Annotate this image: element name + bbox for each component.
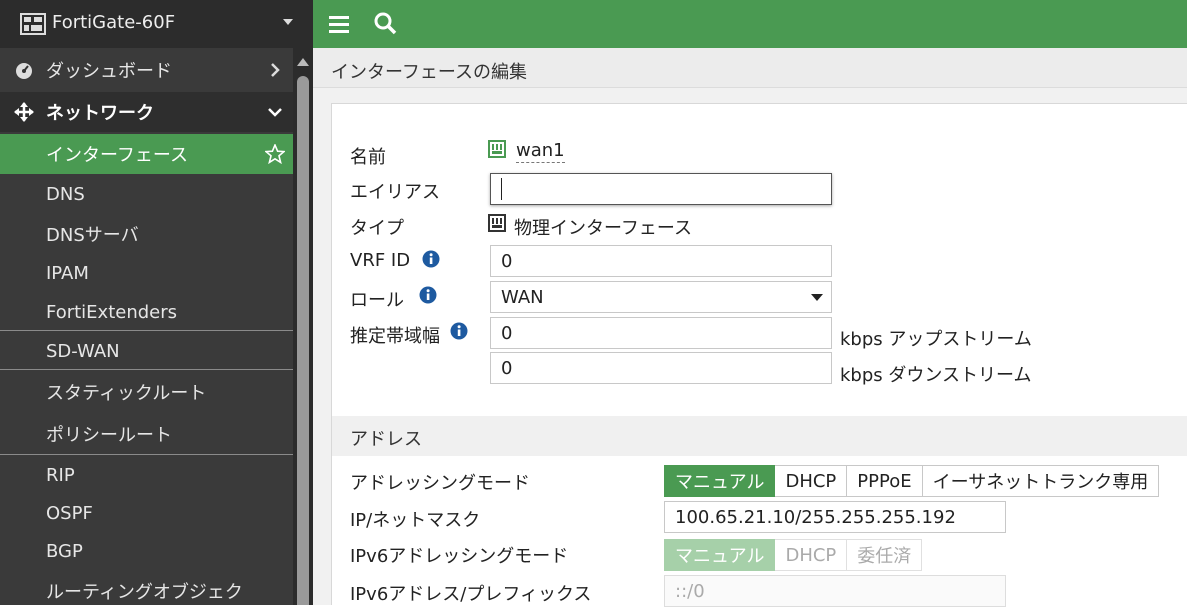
chevron-down-icon [268, 108, 282, 117]
vrf-id-label: VRF ID [350, 250, 411, 271]
sidebar-divider [0, 369, 293, 370]
search-icon[interactable] [373, 11, 397, 35]
sidebar-item-rip[interactable]: RIP [0, 455, 293, 495]
page-title: インターフェースの編集 [331, 62, 528, 83]
sidebar-item-ipam[interactable]: IPAM [0, 253, 293, 293]
bandwidth-label: 推定帯域幅 [350, 326, 440, 347]
mode-option-pppoe[interactable]: PPPoE [847, 465, 923, 497]
sidebar-item-fortiextenders[interactable]: FortiExtenders [0, 292, 293, 332]
sidebar-item-label: スタティックルート [46, 383, 207, 404]
scrollbar-thumb[interactable] [297, 76, 309, 605]
sidebar-item-label: OSPF [46, 502, 93, 524]
ipv6-mode-option-manual[interactable]: マニュアル [664, 539, 776, 571]
sidebar-item-label: FortiExtenders [46, 301, 178, 323]
sidebar-item-label: SD-WAN [46, 340, 120, 362]
ip-netmask-input[interactable]: 100.65.21.10/255.255.255.192 [664, 501, 1006, 533]
sidebar-item-label: ネットワーク [46, 103, 154, 124]
addressing-mode-label: アドレッシングモード [350, 473, 530, 494]
sidebar-item-routing-objects[interactable]: ルーティングオブジェク [0, 571, 293, 605]
top-bar [313, 0, 1187, 48]
dashboard-icon [16, 63, 32, 79]
star-icon[interactable] [265, 144, 285, 164]
sidebar-item-label: ポリシールート [46, 425, 172, 446]
bandwidth-downstream-value: 0 [501, 357, 513, 379]
sidebar-item-label: IPAM [46, 262, 89, 284]
sidebar-item-label: DNS [46, 183, 85, 205]
role-value: WAN [501, 286, 544, 308]
fortigate-logo-icon [20, 13, 46, 35]
sidebar-item-ospf[interactable]: OSPF [0, 493, 293, 533]
sidebar-item-interfaces[interactable]: インターフェース [0, 134, 293, 174]
device-name: FortiGate-60F [52, 12, 176, 33]
sidebar-item-label: インターフェース [46, 145, 189, 166]
text-cursor [501, 178, 502, 200]
sidebar-item-bgp[interactable]: BGP [0, 531, 293, 571]
ipv6-mode-option-delegated[interactable]: 委任済 [847, 539, 923, 571]
sidebar-item-label: DNSサーバ [46, 225, 139, 246]
type-value: 物理インターフェース [514, 218, 693, 239]
scroll-up-icon[interactable] [297, 58, 309, 66]
device-selector[interactable]: FortiGate-60F [0, 0, 313, 48]
info-icon[interactable] [422, 250, 440, 268]
role-label: ロール [350, 290, 404, 311]
sidebar-scrollbar[interactable] [293, 48, 313, 605]
sidebar-item-dns[interactable]: DNS [0, 174, 293, 214]
sidebar-item-static-routes[interactable]: スタティックルート [0, 372, 293, 412]
role-select[interactable]: WAN [490, 281, 832, 313]
ipv6-addressing-mode-label: IPv6アドレッシングモード [350, 546, 569, 567]
info-icon[interactable] [450, 322, 468, 340]
vrf-id-value: 0 [501, 250, 513, 272]
bandwidth-downstream-input[interactable]: 0 [490, 352, 832, 384]
bandwidth-upstream-input[interactable]: 0 [490, 317, 832, 349]
bandwidth-upstream-value: 0 [501, 322, 513, 344]
caret-down-icon [283, 19, 293, 25]
ip-netmask-value: 100.65.21.10/255.255.255.192 [675, 506, 956, 528]
ip-netmask-label: IP/ネットマスク [350, 510, 481, 531]
sidebar-item-label: ダッシュボード [46, 61, 172, 82]
ipv6-address-input[interactable]: ::/0 [664, 575, 1006, 607]
ipv6-address-label: IPv6アドレス/プレフィックス [350, 584, 592, 605]
info-icon[interactable] [419, 286, 437, 304]
upstream-unit: kbps アップストリーム [840, 329, 1032, 350]
sidebar-item-sd-wan[interactable]: SD-WAN [0, 331, 293, 371]
sidebar-item-label: RIP [46, 464, 75, 486]
alias-input[interactable] [490, 173, 832, 205]
downstream-unit: kbps ダウンストリーム [840, 365, 1032, 386]
mode-option-manual[interactable]: マニュアル [664, 465, 776, 497]
ipv6-addressing-mode-selector: マニュアル DHCP 委任済 [664, 539, 923, 571]
addressing-mode-selector: マニュアル DHCP PPPoE イーサネットトランク専用 [664, 465, 1160, 497]
ipv6-address-value: ::/0 [675, 580, 705, 602]
address-section-title: アドレス [350, 429, 422, 450]
sidebar-item-dashboard[interactable]: ダッシュボード [0, 50, 293, 90]
page-header: インターフェースの編集 [313, 48, 1187, 88]
name-label: 名前 [350, 147, 386, 168]
mode-option-ethernet-trunk[interactable]: イーサネットトランク専用 [922, 465, 1160, 497]
sidebar-item-dns-server[interactable]: DNSサーバ [0, 214, 293, 254]
sidebar-item-label: ルーティングオブジェク [46, 582, 243, 603]
port-icon [488, 140, 506, 158]
ipv6-mode-option-dhcp[interactable]: DHCP [775, 539, 848, 571]
network-move-icon [14, 102, 34, 122]
sidebar-item-network[interactable]: ネットワーク [0, 92, 293, 132]
sidebar: FortiGate-60F ダッシュボード ネットワーク インターフェース DN… [0, 0, 313, 605]
interface-name-value: wan1 [516, 140, 565, 163]
address-section-header: アドレス [332, 416, 1187, 456]
mode-option-dhcp[interactable]: DHCP [775, 465, 848, 497]
type-label: タイプ [350, 218, 404, 239]
vrf-id-input[interactable]: 0 [490, 245, 832, 277]
alias-label: エイリアス [350, 182, 440, 203]
sidebar-item-policy-routes[interactable]: ポリシールート [0, 414, 293, 454]
sidebar-item-label: BGP [46, 540, 83, 562]
hamburger-menu-icon[interactable] [327, 12, 351, 36]
caret-down-icon [811, 294, 823, 301]
chevron-right-icon [271, 63, 280, 77]
physical-port-icon [488, 214, 506, 232]
